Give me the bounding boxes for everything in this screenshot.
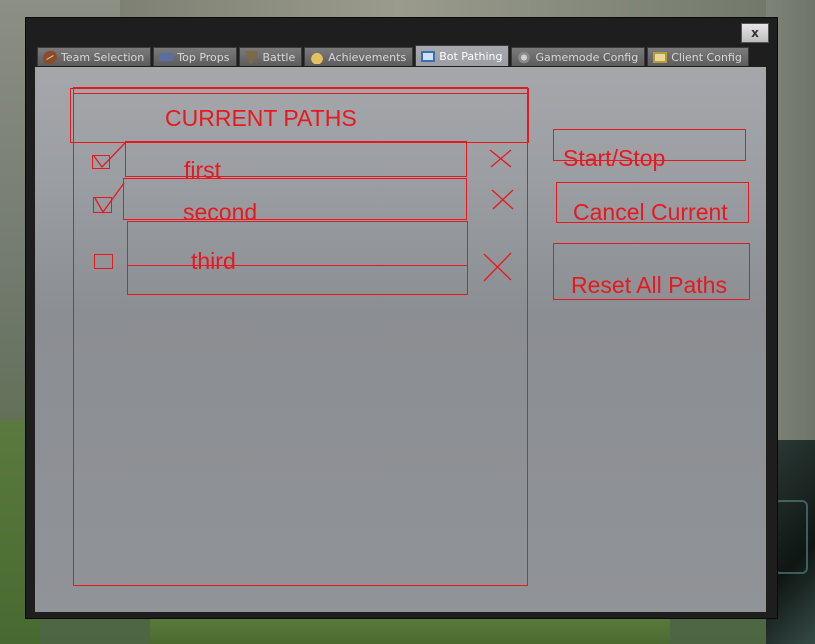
cancel-current-label: Cancel Current [573,199,728,225]
tab-bot-pathing[interactable]: Bot Pathing [415,45,510,66]
start-stop-label: Start/Stop [563,145,666,171]
tab-label: Gamemode Config [535,50,639,64]
tab-label: Achievements [328,50,407,64]
bot-pathing-panel: CURRENT PATHS first second third Start/S… [35,67,766,612]
tab-label: Bot Pathing [439,49,503,63]
path-checkbox-second[interactable] [93,197,112,213]
tab-label: Client Config [671,50,742,64]
paths-header-title: CURRENT PATHS [165,105,357,131]
sword-icon [244,50,259,64]
medal-icon [310,50,325,64]
tab-gamemode-config[interactable]: Gamemode Config [511,47,646,66]
menu-window: x Team Selection Top Props Battle Achiev… [25,17,778,619]
tab-battle[interactable]: Battle [238,47,303,66]
close-button[interactable]: x [741,23,769,43]
tab-achievements[interactable]: Achievements [304,47,414,66]
path-row-box[interactable] [127,265,468,295]
football-icon [40,47,60,67]
path-name-first: first [184,157,222,183]
gear-icon [517,50,532,64]
tab-bar: Team Selection Top Props Battle Achievem… [37,45,751,67]
path-row-box[interactable] [127,221,468,266]
client-icon [653,51,668,63]
path-row-box[interactable] [125,141,467,177]
background-scenery [120,0,815,18]
tab-label: Battle [262,50,296,64]
path-row-box[interactable] [123,178,467,220]
path-checkbox-third[interactable] [94,254,113,269]
path-name-second: second [183,199,258,225]
reset-all-paths-label: Reset All Paths [571,272,727,298]
monitor-icon [421,50,436,62]
path-name-third: third [191,248,236,274]
tab-top-props[interactable]: Top Props [153,47,237,66]
tab-team-selection[interactable]: Team Selection [37,47,152,67]
paths-header-inner [73,93,528,94]
tab-label: Top Props [177,50,230,64]
tab-label: Team Selection [61,50,145,64]
van-icon [159,53,174,61]
path-checkbox-first[interactable] [92,155,110,169]
tab-client-config[interactable]: Client Config [647,47,749,66]
